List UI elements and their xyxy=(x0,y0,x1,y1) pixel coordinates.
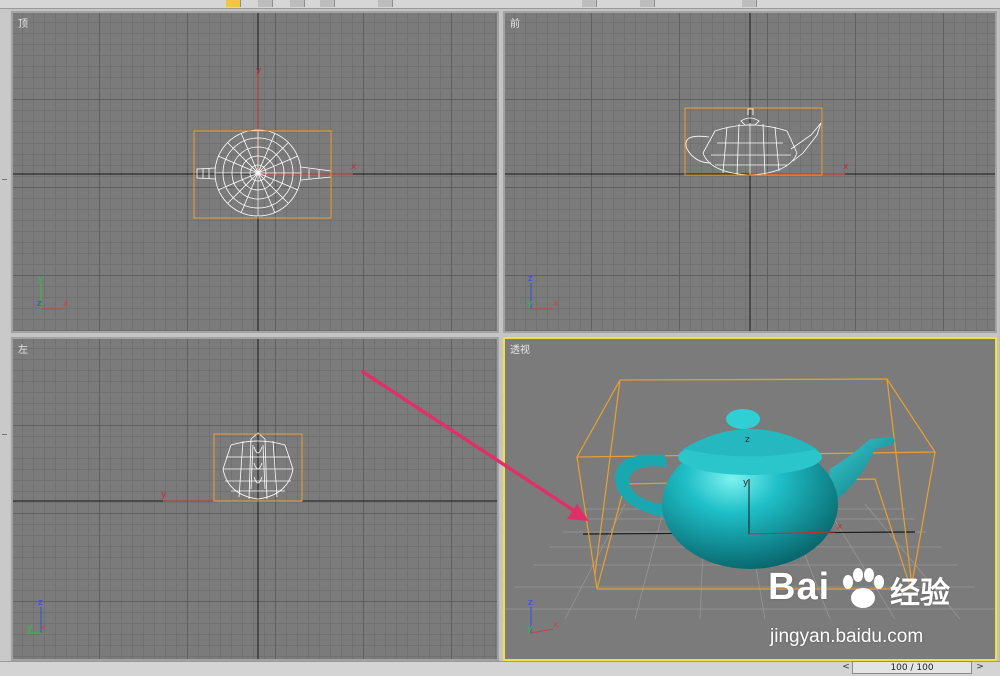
watermark-brand-cn: 经验 xyxy=(890,576,950,611)
next-frame-button[interactable]: > xyxy=(974,661,986,674)
paw-icon xyxy=(843,568,884,608)
baidu-jingyan-watermark: Bai 经验 jingyan.baidu.com xyxy=(768,566,988,656)
frame-counter[interactable]: 100 / 100 xyxy=(852,661,972,674)
prev-frame-button[interactable]: < xyxy=(840,661,852,674)
watermark-brand: Bai xyxy=(768,566,831,608)
watermark-url: jingyan.baidu.com xyxy=(770,626,924,647)
